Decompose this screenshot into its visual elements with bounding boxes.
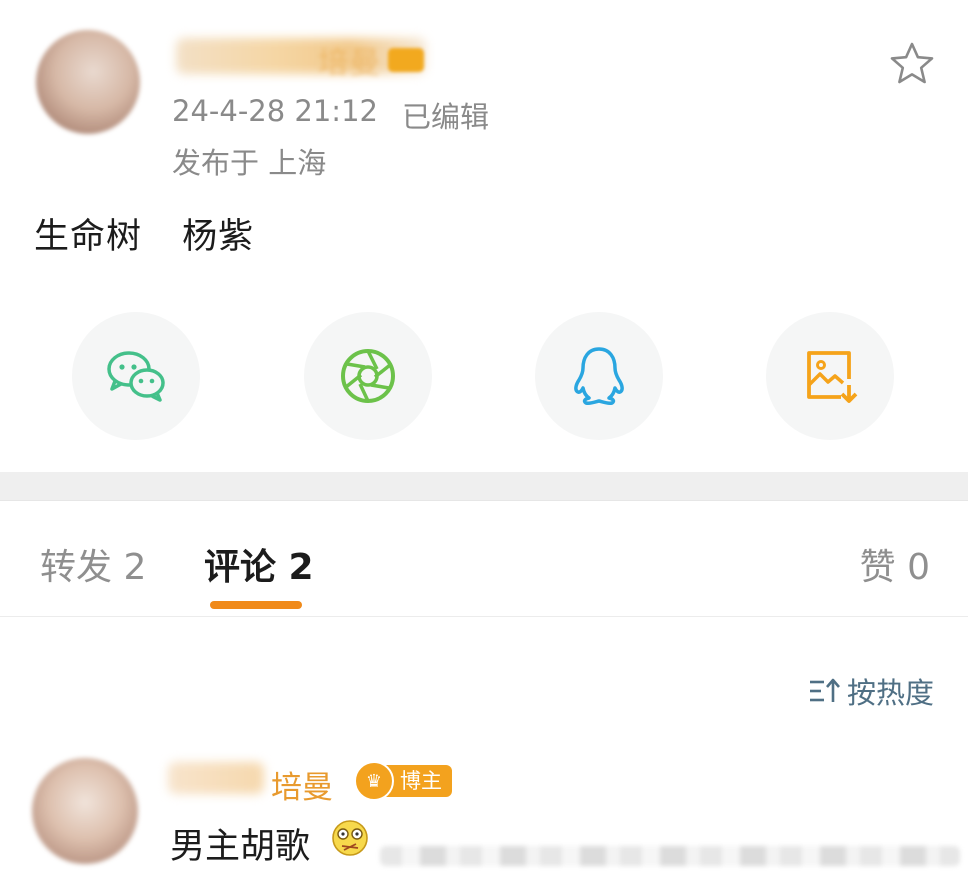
comment-meta-blurred: [380, 846, 960, 866]
sort-label: 按热度: [846, 676, 934, 710]
aperture-icon: [341, 349, 395, 403]
wechat-icon: [107, 351, 165, 402]
sort-by-hot-button[interactable]: 按热度: [807, 670, 934, 712]
tab-comments[interactable]: 评论 2: [204, 538, 314, 590]
vip-badge: [388, 48, 424, 72]
save-image-button[interactable]: [766, 312, 894, 440]
comment-author-avatar[interactable]: [32, 758, 138, 864]
dizzy-emoji-icon: [332, 820, 368, 856]
post-timestamp: 24-4-28 21:12: [172, 94, 378, 128]
image-download-icon: [807, 351, 858, 403]
tab-repost[interactable]: 转发 2: [40, 538, 146, 590]
qq-penguin-icon: [574, 347, 624, 405]
sort-icon: [809, 678, 840, 702]
weibo-post-detail: 培曼 24-4-28 21:12 已编辑 发布于 上海 生命树 杨紫 转发 2 …: [0, 0, 968, 882]
share-moments-button[interactable]: [304, 312, 432, 440]
post-content-word: 生命树: [34, 217, 143, 257]
tabs-divider: [0, 616, 968, 617]
tab-likes[interactable]: 赞 0: [860, 538, 930, 590]
comment-author-name[interactable]: 培曼: [240, 762, 333, 807]
share-qq-button[interactable]: [535, 312, 663, 440]
post-content-word: 杨紫: [182, 217, 255, 257]
section-divider: [0, 472, 968, 501]
crown-icon: ♛: [354, 761, 394, 801]
blogger-badge: ♛ 博主: [354, 761, 452, 801]
star-icon: [890, 42, 934, 84]
blogger-badge-label: 博主: [386, 765, 452, 797]
favorite-button[interactable]: [888, 40, 936, 88]
post-author-name[interactable]: 培曼: [318, 38, 382, 82]
post-edited-label[interactable]: 已编辑: [402, 94, 489, 136]
post-location: 发布于 上海: [172, 146, 327, 180]
post-content: 生命树 杨紫: [34, 208, 282, 259]
active-tab-indicator: [210, 601, 302, 609]
post-author-avatar[interactable]: [36, 30, 140, 134]
share-wechat-button[interactable]: [72, 312, 200, 440]
comment-text: 男主胡歌: [170, 827, 311, 867]
